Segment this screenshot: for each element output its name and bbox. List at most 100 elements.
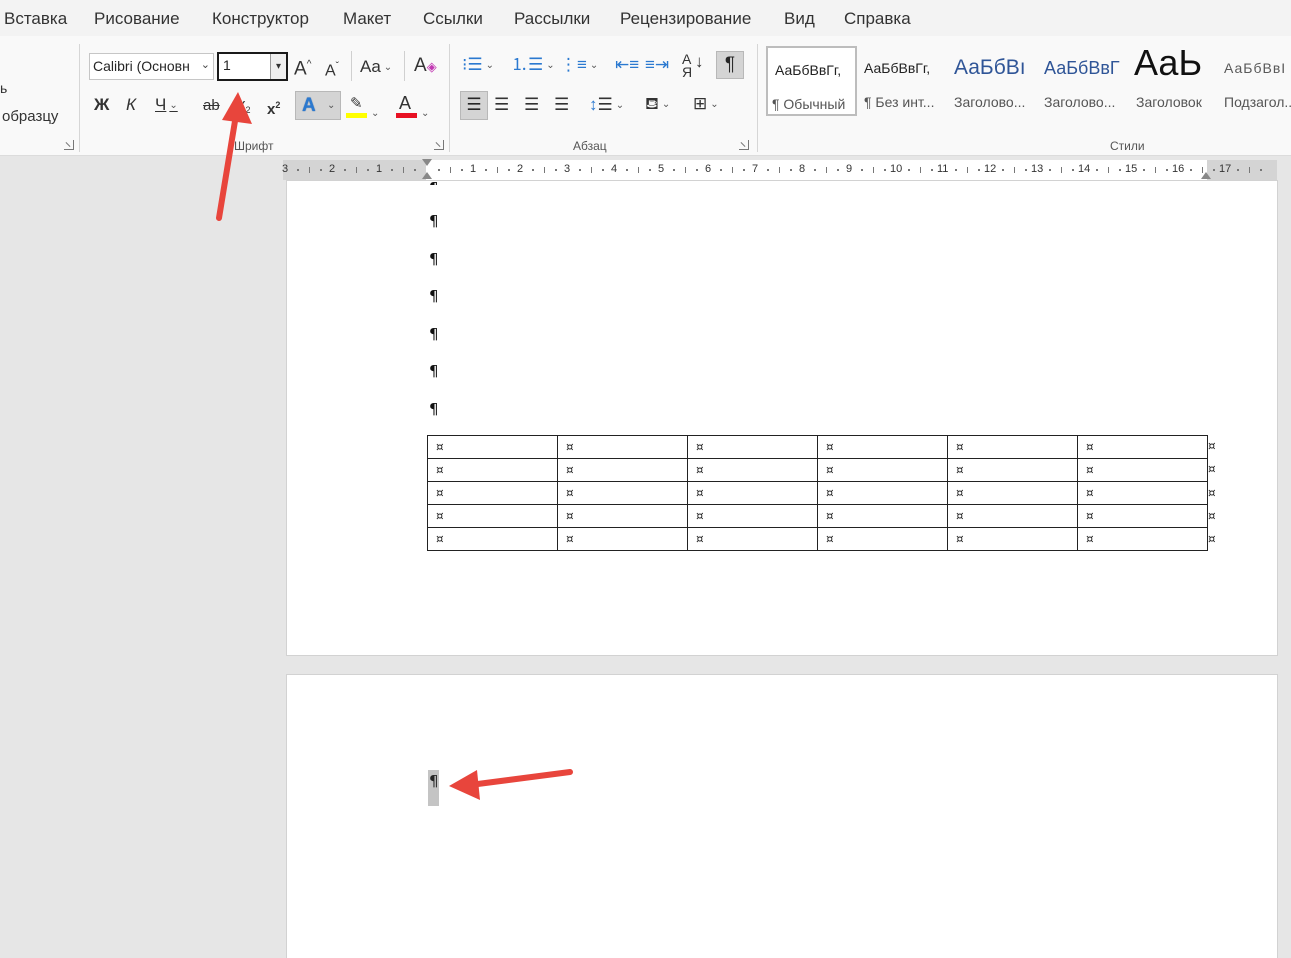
table-cell[interactable]: ¤ — [817, 504, 948, 528]
chevron-down-icon[interactable]: ▾ — [270, 54, 286, 79]
font-group-label: Шрифт — [234, 139, 274, 153]
change-case-button[interactable]: Aa ⌄ — [360, 57, 392, 78]
sort-button[interactable]: A Я ↓ — [682, 52, 704, 79]
table-cell[interactable]: ¤ — [1077, 435, 1208, 459]
superscript-button[interactable]: x2 — [267, 95, 280, 120]
table-cell[interactable]: ¤ — [427, 527, 558, 551]
clear-formatting-button[interactable]: A◈ — [414, 56, 437, 77]
tab-help[interactable]: Справка — [844, 9, 911, 29]
multilevel-list-button[interactable]: ⋮≡ ⌄ — [560, 55, 598, 76]
strikethrough-button[interactable]: ab — [203, 96, 220, 116]
table-cell[interactable]: ¤ — [1077, 481, 1208, 505]
shrink-font-button[interactable]: Aˇ — [325, 57, 339, 81]
table-cell[interactable]: ¤ — [1077, 504, 1208, 528]
table-cell[interactable]: ¤ — [947, 435, 1078, 459]
style-preview: АаБбВвГг, — [864, 60, 931, 76]
font-launcher-icon[interactable] — [434, 140, 444, 150]
text-effects-button[interactable]: A ⌄ — [295, 91, 341, 120]
tab-layout[interactable]: Макет — [343, 9, 391, 29]
shading-button[interactable]: ⛾ ⌄ — [645, 94, 670, 115]
table-cell[interactable]: ¤ — [427, 458, 558, 482]
selected-paragraph-mark[interactable]: ¶ — [428, 770, 439, 806]
tab-references[interactable]: Ссылки — [423, 9, 483, 29]
table-cell[interactable]: ¤ — [557, 435, 688, 459]
font-name-value: Calibri (Основн — [93, 58, 190, 74]
first-line-indent-marker[interactable] — [422, 159, 432, 166]
table-cell[interactable]: ¤ — [427, 435, 558, 459]
table-cell[interactable]: ¤ — [1077, 458, 1208, 482]
style-subtitle[interactable]: АаБбВвІ Подзагол... — [1222, 46, 1291, 116]
table-cell[interactable]: ¤ — [817, 458, 948, 482]
tab-view[interactable]: Вид — [784, 9, 815, 29]
numbering-button[interactable]: ⒈☰ ⌄ — [511, 55, 555, 76]
table-cell[interactable]: ¤ — [557, 527, 688, 551]
table-cell[interactable]: ¤ — [687, 458, 818, 482]
document-page-2[interactable] — [286, 674, 1278, 958]
ruler-number: 2 — [329, 163, 336, 175]
font-size-combobox[interactable]: 1 ▾ — [217, 52, 288, 81]
table-cell[interactable]: ¤ — [687, 481, 818, 505]
line-spacing-button[interactable]: ↕☰ ⌄ — [589, 95, 624, 116]
right-indent-marker[interactable] — [1201, 172, 1211, 179]
borders-button[interactable]: ⊞ ⌄ — [693, 94, 719, 115]
align-left-button[interactable]: ☰ — [460, 91, 488, 120]
hanging-indent-marker[interactable] — [422, 172, 432, 179]
ruler-number: 5 — [658, 163, 665, 175]
row-end-mark: ¤ — [1208, 509, 1216, 523]
table-cell[interactable]: ¤ — [427, 504, 558, 528]
table-cell[interactable]: ¤ — [947, 527, 1078, 551]
table-cell[interactable]: ¤ — [427, 481, 558, 505]
clipboard-launcher-icon[interactable] — [64, 140, 74, 150]
table-cell[interactable]: ¤ — [817, 527, 948, 551]
document-table[interactable]: ¤ ¤ ¤ ¤ ¤ ¤ ¤ ¤ ¤ ¤ ¤ ¤ ¤ ¤ ¤ ¤ ¤ ¤ ¤ ¤ ¤ ¤ ¤ ¤ ¤ ¤ ¤ ¤ ¤ ¤ — [427, 435, 1208, 551]
table-cell[interactable]: ¤ — [1077, 527, 1208, 551]
font-name-combobox[interactable]: Calibri (Основн ⌄ — [89, 53, 214, 80]
table-cell[interactable]: ¤ — [947, 481, 1078, 505]
table-cell[interactable]: ¤ — [947, 458, 1078, 482]
ribbon: ь образцу Calibri (Основн ⌄ 1 ▾ A^ Aˇ Aa… — [0, 36, 1291, 156]
tab-insert[interactable]: Вставка — [4, 9, 67, 29]
bullets-button[interactable]: ⁝☰ ⌄ — [462, 55, 494, 76]
ruler-tick — [344, 169, 346, 171]
table-cell[interactable]: ¤ — [557, 504, 688, 528]
italic-button[interactable]: К — [126, 95, 136, 115]
highlight-button[interactable]: ✎ ⌄ — [346, 94, 379, 124]
style-heading-1[interactable]: АаБбВı Заголово... — [952, 46, 1040, 116]
ruler-tick — [685, 167, 686, 173]
format-painter-button[interactable]: образцу — [2, 107, 58, 127]
decrease-indent-button[interactable]: ⇤≡ — [615, 55, 639, 75]
table-cell[interactable]: ¤ — [687, 435, 818, 459]
tab-design[interactable]: Конструктор — [212, 9, 309, 29]
table-cell[interactable]: ¤ — [557, 481, 688, 505]
table-cell[interactable]: ¤ — [947, 504, 1078, 528]
horizontal-ruler[interactable]: 3 2 1 1 2 3 4 5 6 7 8 9 10 11 12 13 14 15 16 17 — [282, 159, 1277, 180]
paragraph-mark: ¶ — [429, 179, 439, 185]
tab-draw[interactable]: Рисование — [94, 9, 180, 29]
table-cell[interactable]: ¤ — [817, 435, 948, 459]
chevron-down-icon[interactable]: ⌄ — [201, 58, 210, 71]
table-cell[interactable]: ¤ — [687, 504, 818, 528]
paragraph-launcher-icon[interactable] — [739, 140, 749, 150]
table-cell[interactable]: ¤ — [817, 481, 948, 505]
subscript-button[interactable]: x2 — [238, 95, 251, 120]
style-name: ¶ Обычный — [772, 96, 846, 112]
underline-button[interactable]: Ч ⌄ — [155, 95, 178, 116]
justify-button[interactable]: ☰ — [554, 95, 569, 115]
align-right-button[interactable]: ☰ — [524, 95, 539, 115]
style-heading-2[interactable]: АаБбВвГ Заголово... — [1042, 46, 1132, 116]
increase-indent-button[interactable]: ≡⇥ — [645, 55, 669, 75]
word-window: Вставка Рисование Конструктор Макет Ссыл… — [0, 0, 1291, 958]
show-formatting-marks-button[interactable]: ¶ — [716, 51, 744, 79]
font-color-button[interactable]: A ⌄ — [396, 93, 429, 124]
style-normal[interactable]: АаБбВвГг, ¶ Обычный — [766, 46, 857, 116]
bold-button[interactable]: Ж — [94, 95, 109, 115]
ruler-number: 7 — [752, 163, 759, 175]
tab-review[interactable]: Рецензирование — [620, 9, 751, 29]
table-cell[interactable]: ¤ — [687, 527, 818, 551]
grow-font-button[interactable]: A^ — [294, 55, 311, 79]
style-title[interactable]: АаЬ Заголовок — [1134, 42, 1220, 116]
table-cell[interactable]: ¤ — [557, 458, 688, 482]
align-center-button[interactable]: ☰ — [494, 95, 509, 115]
style-no-spacing[interactable]: АаБбВвГг, ¶ Без инт... — [860, 46, 948, 116]
tab-mailings[interactable]: Рассылки — [514, 9, 590, 29]
